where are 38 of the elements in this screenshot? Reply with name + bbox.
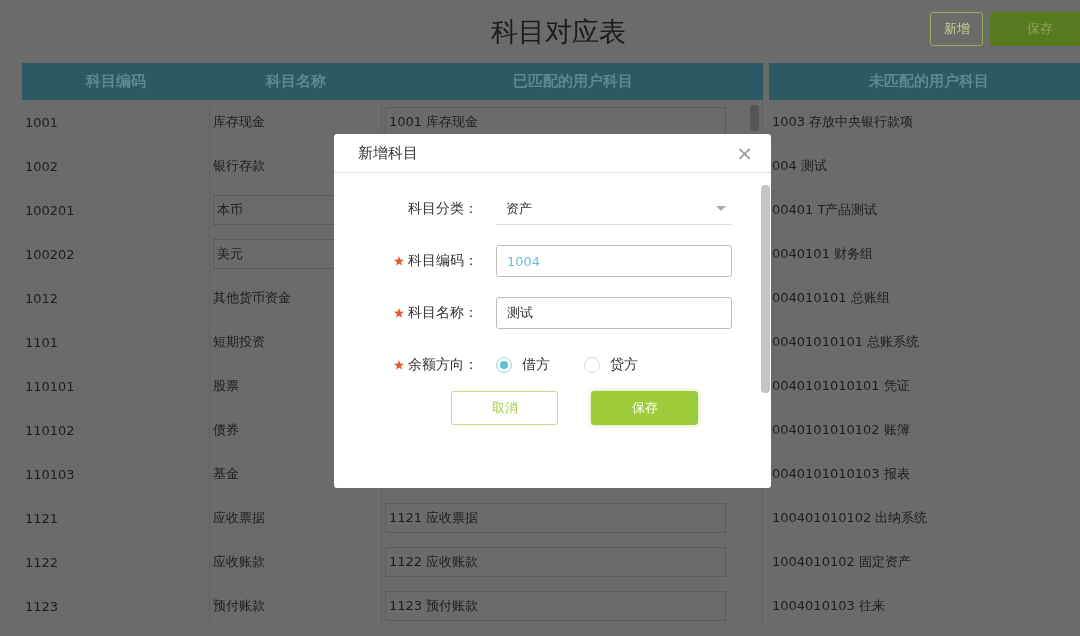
field-label: 科目编码： [408,252,478,270]
table-cell: 1123 [22,584,210,628]
table-cell: 1002 [22,144,210,188]
table-cell: 1101 [22,320,210,364]
scrollbar[interactable] [761,185,770,393]
save-button[interactable]: 保存 [591,391,698,425]
add-button[interactable]: 新增 [930,11,983,46]
radio-option[interactable]: 贷方 [584,356,638,374]
caret-icon [716,205,726,212]
field-label: 科目名称： [408,304,478,322]
select-field[interactable]: 资产 [496,193,732,225]
matched-account-field[interactable]: 1123 预付账款 [385,591,726,621]
table-cell: 1004010102 固定资产 [769,540,1080,584]
matched-account-field[interactable]: 1122 应收账款 [385,547,726,577]
close-button[interactable]: × [732,141,757,165]
table-cell: 100401010102 出纳系统 [769,496,1080,540]
table-cell: 110101 [22,364,210,408]
radio-option[interactable]: 借方 [496,356,550,374]
table-cell: 1122 [22,540,210,584]
field-label: 科目分类： [408,200,478,218]
cancel-button[interactable]: 取消 [451,391,558,425]
field-label: 余额方向： [408,356,478,374]
table-cell: 预付账款 [210,584,382,628]
text-field[interactable]: 1004 [496,245,732,277]
table-cell: 100201 [22,188,210,232]
save-button[interactable]: 保存 [990,11,1080,46]
table-cell: 应收账款 [210,540,382,584]
table-cell: 1012 [22,276,210,320]
matched-account-field[interactable]: 1121 应收票据 [385,503,726,533]
table-cell: 1004010103 往来 [769,584,1080,628]
table-cell: 1001 [22,100,210,144]
text-field[interactable]: 测试 [496,297,732,329]
table-cell: 应收票据 [210,496,382,540]
table-cell: 110102 [22,408,210,452]
table-cell: 1121 [22,496,210,540]
page-title: 科目对应表 [489,14,626,49]
table-cell: 110103 [22,452,210,496]
table-cell: 100202 [22,232,210,276]
